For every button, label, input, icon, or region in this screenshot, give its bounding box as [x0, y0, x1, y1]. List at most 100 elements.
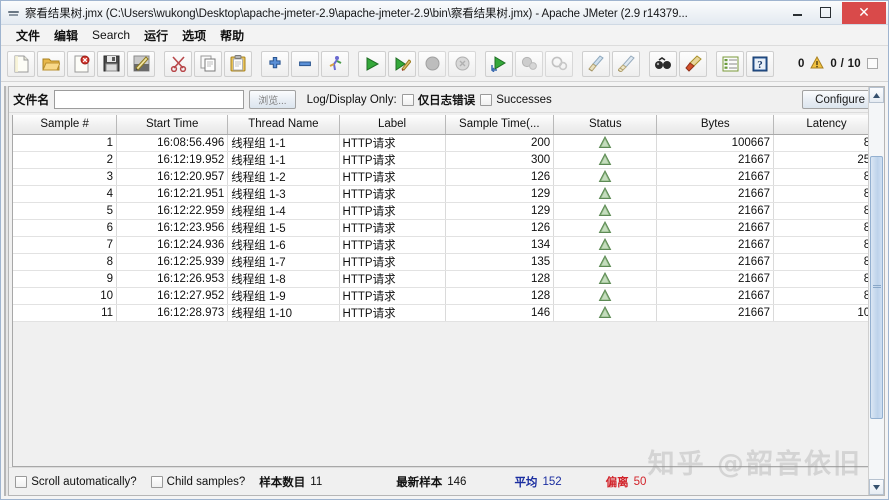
- scroll-down-button[interactable]: [869, 479, 884, 495]
- table-row[interactable]: 516:12:22.959线程组 1-4HTTP请求1292166784: [13, 202, 879, 219]
- scroll-track[interactable]: [869, 103, 884, 479]
- table-row[interactable]: 216:12:19.952线程组 1-1HTTP请求30021667259: [13, 151, 879, 168]
- menu-item-run[interactable]: 运行: [137, 25, 175, 46]
- cell-sample: 7: [13, 236, 116, 253]
- errors-only-checkbox[interactable]: [402, 94, 414, 106]
- child-samples-group[interactable]: Child samples?: [151, 476, 246, 488]
- column-header-thread-name[interactable]: Thread Name: [228, 115, 339, 134]
- column-header-sample[interactable]: Sample #: [13, 115, 116, 134]
- scroll-automatically-group[interactable]: Scroll automatically?: [15, 476, 136, 488]
- cell-start-time: 16:12:24.936: [117, 236, 228, 253]
- status-success-icon: [557, 289, 653, 302]
- save-button[interactable]: [97, 51, 125, 77]
- table-row[interactable]: 816:12:25.939线程组 1-7HTTP请求1352166789: [13, 253, 879, 270]
- configure-button[interactable]: Configure: [802, 90, 878, 109]
- open-button[interactable]: [37, 51, 65, 77]
- scroll-automatically-checkbox[interactable]: [15, 476, 27, 488]
- scroll-up-button[interactable]: [869, 87, 884, 103]
- close-button[interactable]: ✕: [842, 2, 886, 24]
- clear-all-button[interactable]: [612, 51, 640, 77]
- cell-status: [554, 168, 657, 185]
- column-header-start-time[interactable]: Start Time: [117, 115, 228, 134]
- toolbar-group-remote: [485, 51, 573, 77]
- status-success-icon: [557, 238, 653, 251]
- table-row[interactable]: 1016:12:27.952线程组 1-9HTTP请求1282166781: [13, 287, 879, 304]
- function-helper-icon: [722, 56, 739, 72]
- column-header-label[interactable]: Label: [339, 115, 445, 134]
- start-no-pause-button[interactable]: [388, 51, 416, 77]
- cell-sample-time: 128: [445, 270, 554, 287]
- column-header-sample-time[interactable]: Sample Time(...: [445, 115, 554, 134]
- minimize-button[interactable]: [783, 2, 811, 24]
- successes-label: Successes: [496, 94, 552, 106]
- paste-button[interactable]: [224, 51, 252, 77]
- vertical-scrollbar[interactable]: [868, 87, 884, 495]
- search-reset-button[interactable]: [679, 51, 707, 77]
- scroll-thumb[interactable]: [870, 156, 883, 419]
- table-row[interactable]: 116:08:56.496线程组 1-1HTTP请求20010066783: [13, 134, 879, 151]
- table-row[interactable]: 616:12:23.956线程组 1-5HTTP请求1262166782: [13, 219, 879, 236]
- cell-label: HTTP请求: [339, 168, 445, 185]
- cell-label: HTTP请求: [339, 304, 445, 321]
- remote-stop-button[interactable]: [515, 51, 543, 77]
- cell-bytes: 21667: [657, 185, 774, 202]
- table-row[interactable]: 1116:12:28.973线程组 1-10HTTP请求14621667100: [13, 304, 879, 321]
- sample-count-label: 样本数目: [259, 474, 305, 490]
- child-samples-checkbox[interactable]: [151, 476, 163, 488]
- close-document-button[interactable]: [67, 51, 95, 77]
- cell-thread-name: 线程组 1-2: [228, 168, 339, 185]
- cell-sample-time: 126: [445, 168, 554, 185]
- toolbar-group-file: [7, 51, 155, 77]
- help-button[interactable]: ?: [746, 51, 774, 77]
- table-row[interactable]: 416:12:21.951线程组 1-3HTTP请求1292166786: [13, 185, 879, 202]
- stop-button[interactable]: [418, 51, 446, 77]
- menu-item-file[interactable]: 文件: [9, 25, 47, 46]
- cell-start-time: 16:12:23.956: [117, 219, 228, 236]
- cut-button[interactable]: [164, 51, 192, 77]
- cell-label: HTTP请求: [339, 270, 445, 287]
- start-button[interactable]: [358, 51, 386, 77]
- save-as-button[interactable]: [127, 51, 155, 77]
- browse-button[interactable]: 浏览...: [249, 90, 295, 109]
- deviation-group: 偏离 50: [606, 474, 647, 490]
- shutdown-icon: [455, 56, 470, 71]
- maximize-button[interactable]: [811, 2, 839, 24]
- search-button[interactable]: [649, 51, 677, 77]
- menu-item-options[interactable]: 选项: [175, 25, 213, 46]
- remote-start-button[interactable]: [485, 51, 513, 77]
- toolbar-group-edit: [164, 51, 252, 77]
- scissors-icon: [170, 55, 187, 72]
- copy-button[interactable]: [194, 51, 222, 77]
- cell-status: [554, 185, 657, 202]
- log-display-only-label: Log/Display Only:: [307, 94, 397, 106]
- column-header-status[interactable]: Status: [554, 115, 657, 134]
- shutdown-button[interactable]: [448, 51, 476, 77]
- menu-item-edit[interactable]: 编辑: [47, 25, 85, 46]
- menu-item-help[interactable]: 帮助: [213, 25, 251, 46]
- collapse-button[interactable]: [291, 51, 319, 77]
- cell-sample: 10: [13, 287, 116, 304]
- expand-button[interactable]: [261, 51, 289, 77]
- cell-status: [554, 134, 657, 151]
- table-row[interactable]: 916:12:26.953线程组 1-8HTTP请求1282166787: [13, 270, 879, 287]
- successes-checkbox[interactable]: [480, 94, 492, 106]
- column-header-latency[interactable]: Latency: [774, 115, 880, 134]
- status-success-icon: [557, 204, 653, 217]
- clear-button[interactable]: [582, 51, 610, 77]
- new-button[interactable]: [7, 51, 35, 77]
- menu-item-search[interactable]: Search: [85, 26, 137, 44]
- table-row[interactable]: 716:12:24.936线程组 1-6HTTP请求1342166787: [13, 236, 879, 253]
- results-table-container: Sample # Start Time Thread Name Label Sa…: [12, 115, 881, 467]
- errors-only-label: 仅日志错误: [418, 92, 476, 108]
- column-header-bytes[interactable]: Bytes: [657, 115, 774, 134]
- errors-only-checkbox-group[interactable]: 仅日志错误: [402, 92, 476, 108]
- function-helper-button[interactable]: [716, 51, 744, 77]
- cell-sample: 4: [13, 185, 116, 202]
- average-value: 152: [542, 476, 561, 488]
- title-bar: 察看结果树.jmx (C:\Users\wukong\Desktop\apach…: [1, 1, 888, 25]
- toggle-button[interactable]: [321, 51, 349, 77]
- filename-input[interactable]: [54, 90, 244, 109]
- remote-shutdown-button[interactable]: [545, 51, 573, 77]
- table-row[interactable]: 316:12:20.957线程组 1-2HTTP请求1262166781: [13, 168, 879, 185]
- successes-checkbox-group[interactable]: Successes: [480, 94, 552, 106]
